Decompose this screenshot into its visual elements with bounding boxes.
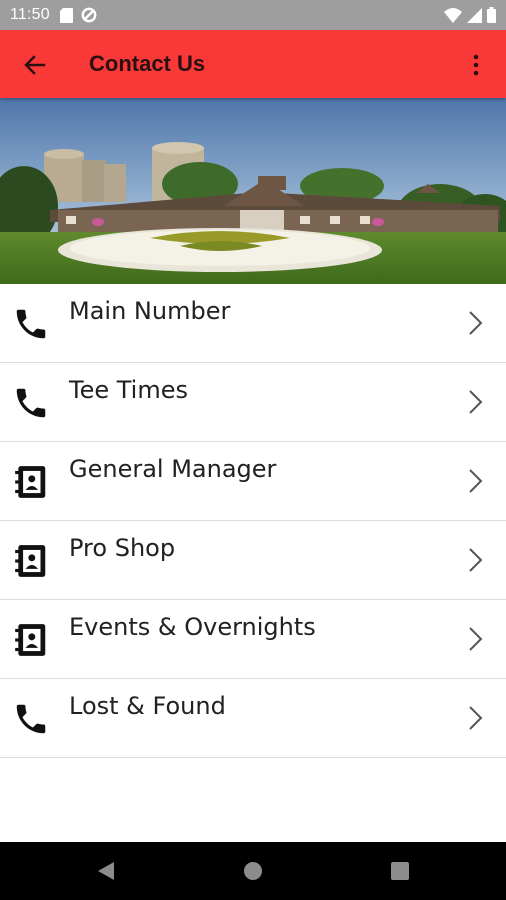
signal-icon [467, 7, 482, 23]
list-item-main-number[interactable]: Main Number [0, 284, 506, 363]
contact-list: Main Number Tee Times General Manager Pr… [0, 284, 506, 758]
contact-book-icon [15, 545, 46, 577]
list-item-tee-times[interactable]: Tee Times [0, 363, 506, 442]
overflow-menu-button[interactable] [464, 52, 488, 78]
status-left-icons [59, 7, 97, 23]
list-item-label: Events & Overnights [69, 613, 316, 641]
chevron-right-icon [469, 311, 483, 335]
nav-back-button[interactable] [95, 860, 117, 882]
battery-icon [487, 7, 496, 23]
hero-image [0, 98, 506, 284]
list-item-label: General Manager [69, 455, 277, 483]
phone-icon [16, 388, 46, 418]
back-button[interactable] [22, 52, 48, 78]
list-item-general-manager[interactable]: General Manager [0, 442, 506, 521]
data-saver-icon [81, 7, 97, 23]
system-nav-bar [0, 842, 506, 900]
wifi-icon [444, 7, 462, 23]
list-item-label: Pro Shop [69, 534, 176, 562]
home-circle-icon [244, 862, 262, 880]
status-right-icons [444, 7, 496, 23]
status-time: 11:50 [10, 6, 50, 23]
status-bar: 11:50 [0, 0, 506, 30]
arrow-back-icon [24, 55, 46, 75]
list-item-label: Main Number [69, 297, 231, 325]
contact-book-icon [15, 466, 46, 498]
list-item-pro-shop[interactable]: Pro Shop [0, 521, 506, 600]
back-triangle-icon [98, 862, 114, 880]
nav-home-button[interactable] [242, 860, 264, 882]
chevron-right-icon [469, 390, 483, 414]
nav-recents-button[interactable] [389, 860, 411, 882]
clubhouse-photo [0, 98, 506, 284]
sd-card-icon [59, 7, 73, 23]
list-item-events-overnights[interactable]: Events & Overnights [0, 600, 506, 679]
page-title: Contact Us [89, 51, 206, 76]
phone-icon [16, 309, 46, 339]
phone-icon [16, 704, 46, 734]
more-vert-icon [473, 54, 479, 76]
app-bar: Contact Us [0, 30, 506, 98]
chevron-right-icon [469, 548, 483, 572]
chevron-right-icon [469, 706, 483, 730]
contact-book-icon [15, 624, 46, 656]
list-item-label: Lost & Found [69, 692, 226, 720]
list-item-label: Tee Times [69, 376, 188, 404]
recents-square-icon [391, 862, 409, 880]
chevron-right-icon [469, 469, 483, 493]
chevron-right-icon [469, 627, 483, 651]
list-item-lost-found[interactable]: Lost & Found [0, 679, 506, 758]
